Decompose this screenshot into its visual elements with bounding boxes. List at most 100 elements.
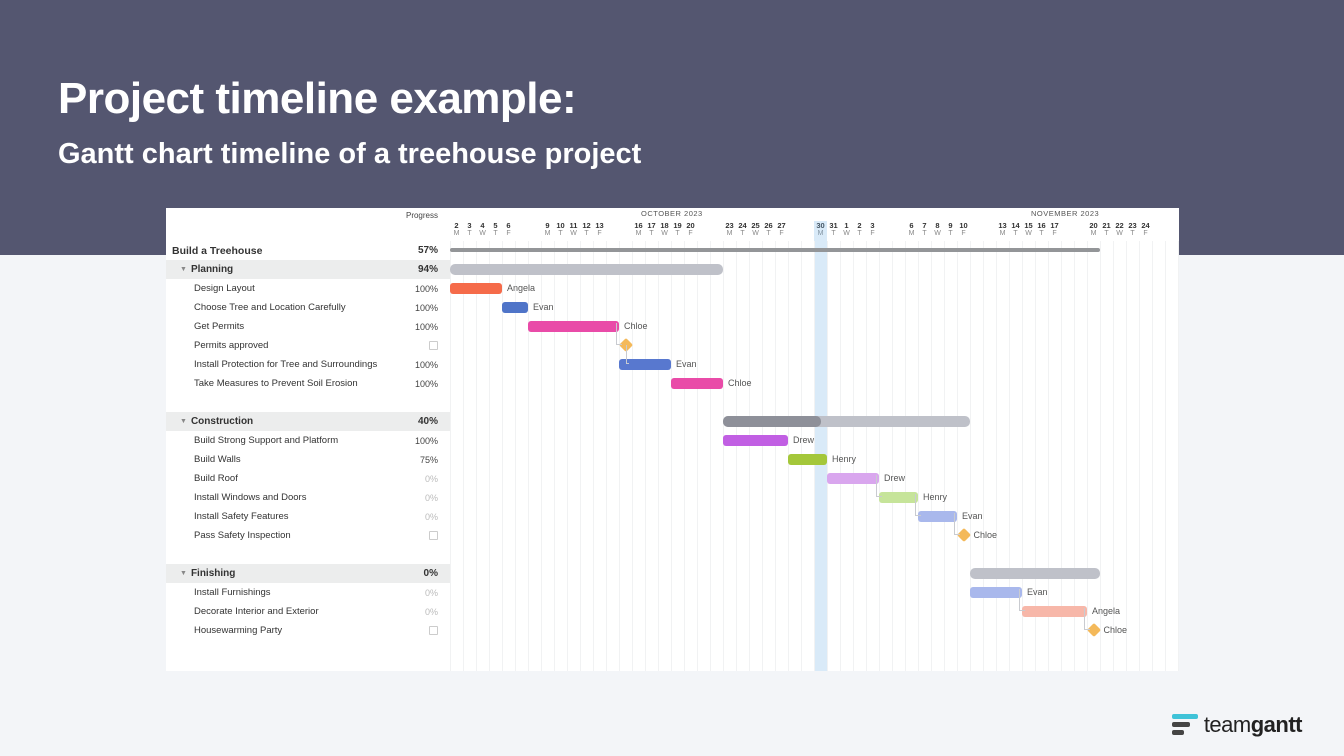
project-name: Build a Treehouse: [172, 245, 262, 257]
task-bar[interactable]: [502, 302, 528, 313]
task-name: Install Safety Features: [194, 511, 289, 522]
page-subtitle: Gantt chart timeline of a treehouse proj…: [58, 138, 641, 171]
task-row[interactable]: Build Walls75%: [166, 450, 450, 469]
task-row[interactable]: Pass Safety Inspection: [166, 526, 450, 545]
task-row[interactable]: Housewarming Party: [166, 621, 450, 640]
group-name: Planning: [191, 264, 233, 275]
day-column-header: 26T: [762, 221, 775, 238]
assignee-label: Angela: [507, 283, 535, 293]
day-column-header: 2T: [853, 221, 866, 238]
group-row[interactable]: ▼ Finishing 0%: [166, 564, 450, 583]
month-label: NOVEMBER 2023: [1031, 209, 1099, 218]
task-progress: 100%: [415, 284, 438, 294]
assignee-label: Angela: [1092, 606, 1120, 616]
task-bar[interactable]: [723, 435, 788, 446]
group-progress: 0%: [424, 568, 438, 579]
task-progress: 75%: [420, 455, 438, 465]
task-row[interactable]: Permits approved: [166, 336, 450, 355]
page-title: Project timeline example:: [58, 74, 576, 124]
task-bar[interactable]: [970, 587, 1022, 598]
task-row[interactable]: Decorate Interior and Exterior0%: [166, 602, 450, 621]
month-header: OCTOBER 2023NOVEMBER 2023: [450, 208, 1179, 221]
day-column-header: 17F: [1048, 221, 1061, 238]
dependency-line: [616, 323, 622, 345]
day-column-header: 6M: [905, 221, 918, 238]
task-progress: 100%: [415, 379, 438, 389]
task-row[interactable]: Build Roof0%: [166, 469, 450, 488]
day-column-header: 3T: [463, 221, 476, 238]
task-bar[interactable]: [671, 378, 723, 389]
task-name: Design Layout: [194, 283, 255, 294]
task-row[interactable]: Take Measures to Prevent Soil Erosion 100…: [166, 374, 450, 393]
task-name: Get Permits: [194, 321, 244, 332]
project-row: Build a Treehouse 57%: [166, 241, 450, 260]
day-column-header: 22W: [1113, 221, 1126, 238]
task-row[interactable]: Get Permits 100%: [166, 317, 450, 336]
task-row[interactable]: Install Protection for Tree and Surround…: [166, 355, 450, 374]
task-progress: 100%: [415, 322, 438, 332]
group-row[interactable]: ▼Construction40%: [166, 412, 450, 431]
assignee-label: Evan: [533, 302, 554, 312]
day-column-header: 9T: [944, 221, 957, 238]
day-column-header: 23M: [723, 221, 736, 238]
task-name: Install Protection for Tree and Surround…: [194, 359, 377, 370]
task-bar[interactable]: [827, 473, 879, 484]
day-column-header: 20M: [1087, 221, 1100, 238]
timeline-pane[interactable]: OCTOBER 2023NOVEMBER 2023 2M3T4W5T6F9M10…: [450, 208, 1179, 671]
day-column-header: 17T: [645, 221, 658, 238]
task-progress: 0%: [425, 493, 438, 503]
task-bar[interactable]: [528, 321, 619, 332]
task-row[interactable]: Design Layout 100%: [166, 279, 450, 298]
day-column-header: 10T: [554, 221, 567, 238]
project-progress: 57%: [418, 245, 438, 256]
collapse-icon[interactable]: ▼: [180, 418, 187, 425]
task-name: Housewarming Party: [194, 625, 282, 636]
day-column-header: 7T: [918, 221, 931, 238]
task-row[interactable]: Install Furnishings0%: [166, 583, 450, 602]
task-progress: 0%: [425, 474, 438, 484]
day-column-header: 8W: [931, 221, 944, 238]
task-bar[interactable]: [918, 511, 957, 522]
milestone-checkbox[interactable]: [429, 626, 438, 635]
day-column-header: 16M: [632, 221, 645, 238]
day-column-header: 20F: [684, 221, 697, 238]
group-row[interactable]: ▼Planning94%: [166, 260, 450, 279]
task-row[interactable]: Install Windows and Doors 0%: [166, 488, 450, 507]
day-column-header: 3F: [866, 221, 879, 238]
task-bar[interactable]: [1022, 606, 1087, 617]
assignee-label: Evan: [962, 511, 983, 521]
assignee-label: Evan: [1027, 587, 1048, 597]
dependency-line: [876, 475, 882, 497]
task-bar[interactable]: [788, 454, 827, 465]
group-summary-bar[interactable]: [970, 568, 1100, 579]
progress-column-header: Progress: [166, 208, 450, 223]
milestone-checkbox[interactable]: [429, 531, 438, 540]
dependency-line: [915, 494, 921, 516]
day-column-header: 1W: [840, 221, 853, 238]
task-row[interactable]: Choose Tree and Location Carefully100%: [166, 298, 450, 317]
group-name: Finishing: [191, 568, 235, 579]
day-column-header: 12T: [580, 221, 593, 238]
collapse-icon[interactable]: ▼: [180, 570, 187, 577]
task-name: Install Windows and Doors: [194, 492, 306, 503]
task-bar[interactable]: [450, 283, 502, 294]
task-bar[interactable]: [879, 492, 918, 503]
day-column-header: 25W: [749, 221, 762, 238]
milestone-checkbox[interactable]: [429, 341, 438, 350]
assignee-label: Chloe: [624, 321, 648, 331]
collapse-icon[interactable]: ▼: [180, 266, 187, 273]
day-column-header: 21T: [1100, 221, 1113, 238]
task-list-pane: Progress Build a Treehouse57%▼Planning94…: [166, 208, 450, 671]
task-row[interactable]: Build Strong Support and Platform100%: [166, 431, 450, 450]
assignee-label: Drew: [793, 435, 814, 445]
task-row[interactable]: Install Safety Features0%: [166, 507, 450, 526]
task-name: Take Measures to Prevent Soil Erosion: [194, 378, 358, 389]
day-column-header: 13F: [593, 221, 606, 238]
task-progress: 100%: [415, 436, 438, 446]
group-summary-bar[interactable]: [450, 264, 723, 275]
day-column-header: 10F: [957, 221, 970, 238]
task-name: Permits approved: [194, 340, 268, 351]
task-progress: 0%: [425, 588, 438, 598]
logo-mark-icon: [1172, 714, 1198, 736]
task-progress: 100%: [415, 303, 438, 313]
